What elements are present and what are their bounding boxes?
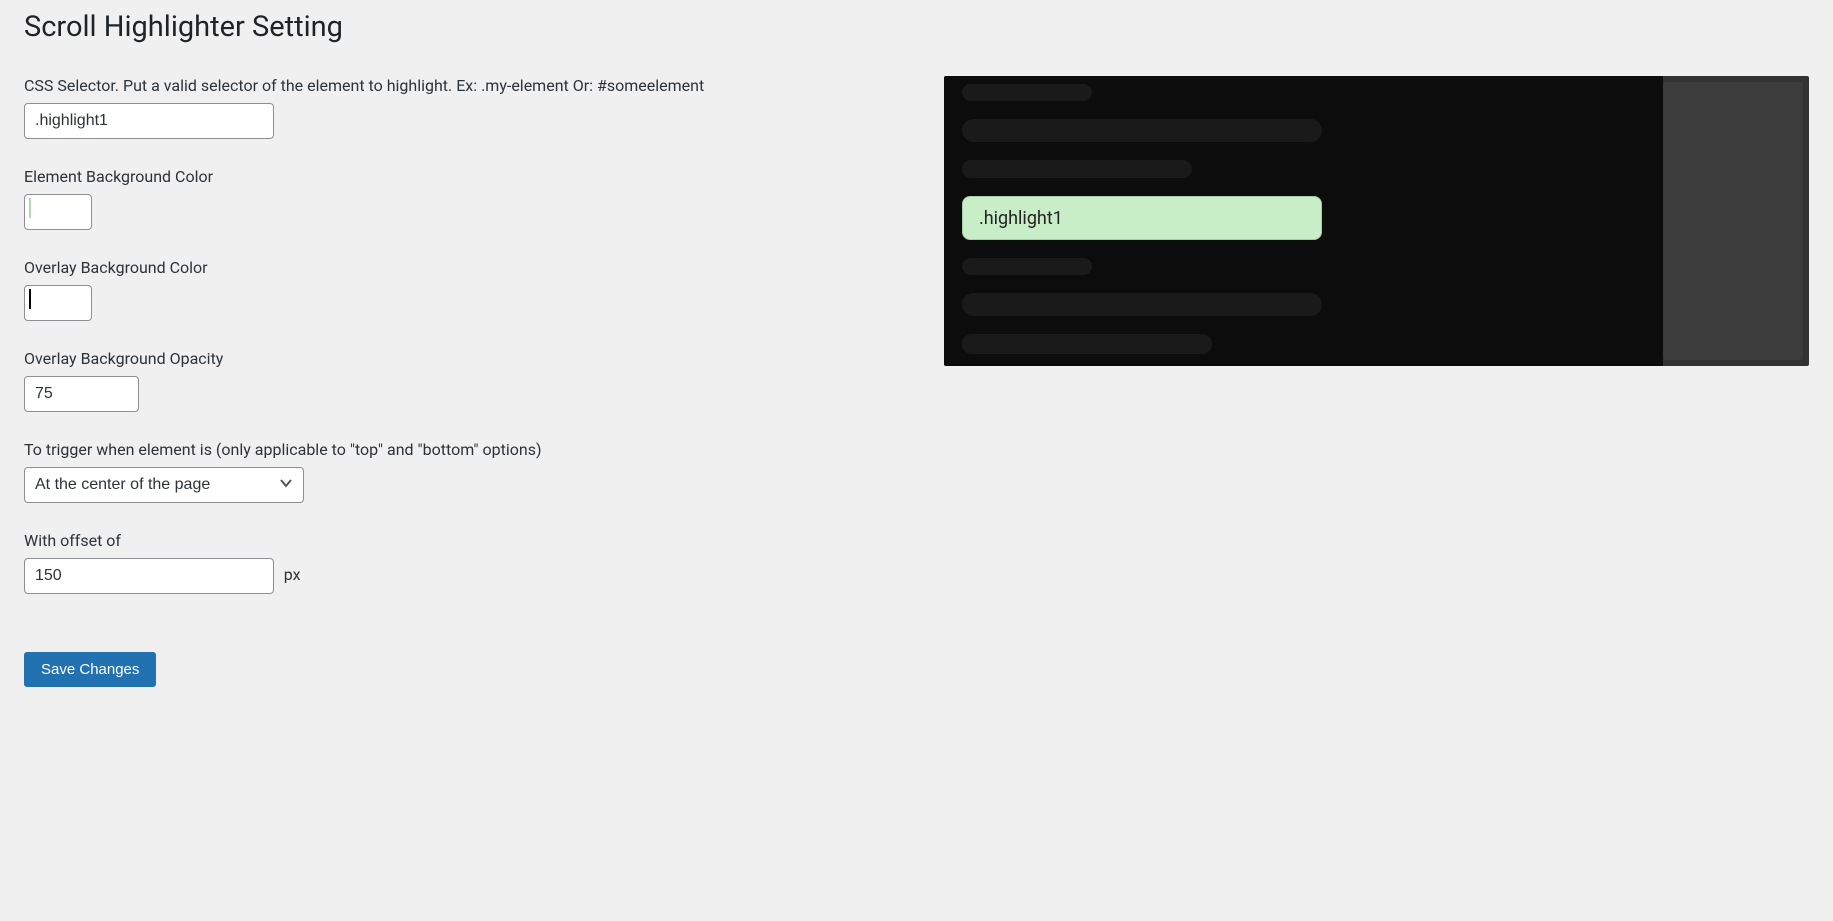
preview-bar [962, 119, 1322, 142]
element-bg-label: Element Background Color [24, 167, 904, 186]
offset-label: With offset of [24, 531, 904, 550]
preview-scrollbar [1663, 82, 1803, 360]
overlay-bg-label: Overlay Background Color [24, 258, 904, 277]
preview-box: .highlight1 [944, 76, 1809, 366]
offset-unit: px [284, 565, 301, 584]
css-selector-input[interactable] [24, 103, 274, 139]
preview-bar [962, 84, 1092, 101]
trigger-select[interactable]: At the center of the page [24, 467, 304, 503]
trigger-label: To trigger when element is (only applica… [24, 440, 904, 459]
overlay-opacity-label: Overlay Background Opacity [24, 349, 904, 368]
offset-input[interactable] [24, 558, 274, 594]
preview-bar [962, 293, 1322, 316]
css-selector-label: CSS Selector. Put a valid selector of th… [24, 76, 904, 95]
preview-bar [962, 334, 1212, 354]
preview-highlight-text: .highlight1 [979, 208, 1063, 229]
overlay-bg-color-picker[interactable] [24, 285, 92, 321]
page-title: Scroll Highlighter Setting [24, 10, 1809, 44]
element-bg-color-picker[interactable] [24, 194, 92, 230]
overlay-bg-swatch-inner [29, 289, 31, 309]
settings-form: CSS Selector. Put a valid selector of th… [24, 76, 904, 687]
preview-bar [962, 160, 1192, 178]
overlay-opacity-input[interactable] [24, 376, 139, 412]
save-button[interactable]: Save Changes [24, 652, 156, 687]
element-bg-swatch-inner [29, 198, 31, 218]
preview-highlighted-row: .highlight1 [962, 196, 1322, 240]
preview-bar [962, 258, 1092, 275]
